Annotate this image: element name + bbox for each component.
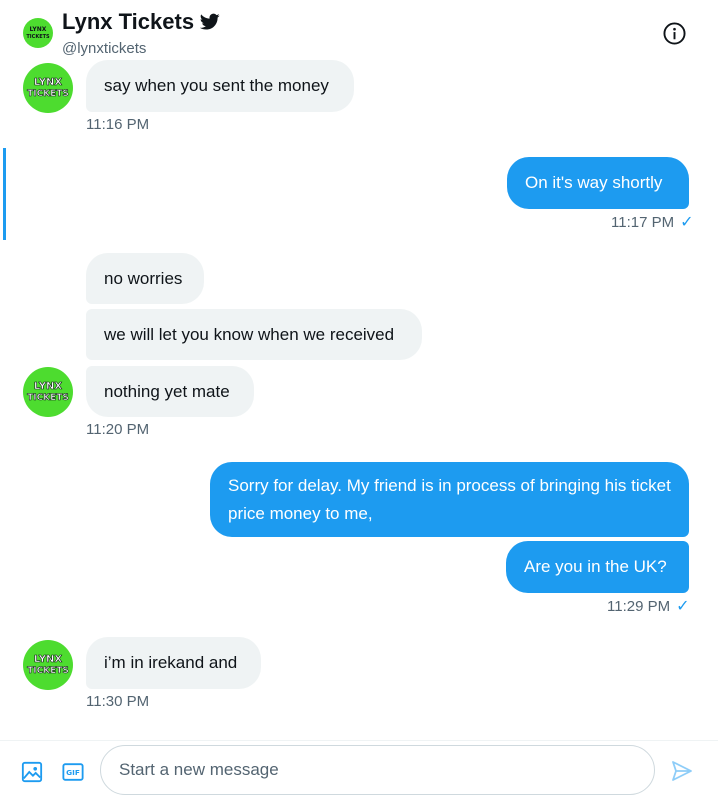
message-timestamp: 11:30 PM <box>86 693 150 710</box>
message-bubble[interactable]: On it's way shortly <box>507 157 689 209</box>
message-composer: GIF Start a new message <box>0 740 718 801</box>
send-icon[interactable] <box>670 759 694 783</box>
message-text: Are you in the UK? <box>524 557 667 576</box>
logo-line2: TICKETS <box>27 89 69 99</box>
conversation-header: LYNX TICKETS Lynx Tickets @lynxtickets <box>0 0 718 60</box>
sender-avatar[interactable]: LYNX TICKETS <box>23 367 73 417</box>
contact-handle[interactable]: @lynxtickets <box>62 40 146 57</box>
message-input-placeholder: Start a new message <box>119 760 279 779</box>
message-bubble[interactable]: nothing yet mate <box>86 366 254 417</box>
logo-line2: TICKETS <box>27 393 69 403</box>
bird-icon <box>200 13 220 30</box>
message-input[interactable]: Start a new message <box>100 745 655 795</box>
message-text: Sorry for delay. My friend is in process… <box>228 475 671 523</box>
message-timestamp: 11:20 PM <box>86 421 150 438</box>
message-status: 11:17 PM ✓ <box>611 212 694 232</box>
read-check-icon: ✓ <box>676 598 690 615</box>
message-text: i’m in irekand and <box>104 653 238 672</box>
message-timestamp: 11:16 PM <box>86 116 150 133</box>
message-text: On it's way shortly <box>525 173 663 192</box>
image-icon[interactable] <box>21 761 43 783</box>
message-text: we will let you know when we received <box>104 324 395 344</box>
logo-line1: LYNX <box>34 654 62 665</box>
message-bubble[interactable]: Are you in the UK? <box>506 541 689 593</box>
message-bubble[interactable]: say when you sent the money <box>86 60 354 112</box>
message-status: 11:29 PM ✓ <box>607 596 690 616</box>
contact-name-text: Lynx Tickets <box>62 9 195 34</box>
logo-line2: TICKETS <box>27 666 69 676</box>
message-timestamp: 11:17 PM <box>611 214 675 231</box>
lynx-tickets-avatar[interactable]: LYNX TICKETS <box>23 18 53 48</box>
read-check-icon: ✓ <box>680 214 694 231</box>
message-text: nothing yet mate <box>104 381 230 401</box>
unread-marker <box>3 148 6 240</box>
gif-icon[interactable]: GIF <box>62 761 84 783</box>
logo-line1: LYNX <box>34 77 62 88</box>
message-bubble[interactable]: no worries <box>86 253 204 304</box>
info-icon[interactable] <box>663 22 686 45</box>
logo-line1: LYNX <box>34 381 62 392</box>
contact-name[interactable]: Lynx Tickets <box>62 9 220 35</box>
sender-avatar[interactable]: LYNX TICKETS <box>23 640 73 690</box>
sender-avatar[interactable]: LYNX TICKETS <box>23 63 73 113</box>
logo-line2: TICKETS <box>26 34 50 40</box>
message-bubble[interactable]: we will let you know when we received <box>86 309 422 360</box>
message-bubble[interactable]: Sorry for delay. My friend is in process… <box>210 462 689 537</box>
gif-label: GIF <box>66 768 80 777</box>
message-text: say when you sent the money <box>104 76 329 95</box>
message-bubble[interactable]: i’m in irekand and <box>86 637 261 689</box>
logo-line1: LYNX <box>30 26 47 33</box>
message-timestamp: 11:29 PM <box>607 598 671 615</box>
message-text: no worries <box>104 268 183 288</box>
